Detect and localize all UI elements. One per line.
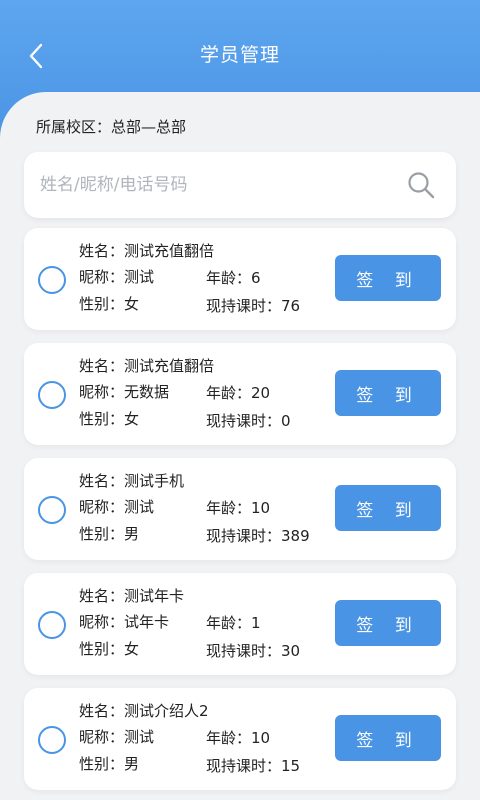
hours-value: 15 (281, 757, 301, 775)
gender-label: 性别： (79, 755, 125, 773)
hours-value: 76 (281, 297, 301, 315)
name-value: 测试充值翻倍 (124, 357, 215, 375)
nickname-row: 昵称：测试 (79, 496, 154, 517)
name-value: 测试介绍人2 (124, 702, 209, 720)
signin-button[interactable]: 签 到 (335, 255, 441, 301)
search-icon[interactable] (406, 170, 436, 200)
age-value: 10 (251, 729, 271, 747)
hours-value: 389 (281, 527, 310, 545)
name-label: 姓名： (79, 587, 125, 605)
gender-row: 性别：女 (79, 408, 139, 429)
name-row: 姓名：测试充值翻倍 (79, 240, 214, 261)
select-radio[interactable] (38, 496, 66, 524)
select-radio[interactable] (38, 266, 66, 294)
age-row: 年龄：10 (206, 727, 270, 748)
signin-button[interactable]: 签 到 (335, 715, 441, 761)
hours-value: 30 (281, 642, 301, 660)
nickname-value: 无数据 (124, 383, 170, 401)
nickname-row: 昵称：测试 (79, 266, 154, 287)
gender-label: 性别： (79, 640, 125, 658)
age-row: 年龄：20 (206, 382, 270, 403)
age-label: 年龄： (206, 499, 252, 517)
signin-button[interactable]: 签 到 (335, 485, 441, 531)
hours-row: 现持课时：389 (206, 525, 310, 546)
age-label: 年龄： (206, 384, 252, 402)
student-card: 姓名：测试充值翻倍 昵称：测试 性别：女 年龄：6 现持课时：76 签 到 (24, 228, 456, 330)
gender-row: 性别：女 (79, 638, 139, 659)
hours-row: 现持课时：76 (206, 295, 300, 316)
name-label: 姓名： (79, 702, 125, 720)
age-row: 年龄：1 (206, 612, 261, 633)
gender-value: 男 (124, 525, 140, 543)
nickname-value: 测试 (124, 268, 155, 286)
nickname-label: 昵称： (79, 268, 125, 286)
gender-label: 性别： (79, 525, 125, 543)
age-value: 1 (251, 614, 261, 632)
nickname-label: 昵称： (79, 383, 125, 401)
search-input[interactable] (38, 174, 382, 196)
nickname-label: 昵称： (79, 728, 125, 746)
search-box (24, 152, 456, 218)
student-card: 姓名：测试手机 昵称：测试 性别：男 年龄：10 现持课时：389 签 到 (24, 458, 456, 560)
hours-label: 现持课时： (206, 527, 282, 545)
name-row: 姓名：测试介绍人2 (79, 700, 209, 721)
hours-label: 现持课时： (206, 642, 282, 660)
nickname-row: 昵称：无数据 (79, 381, 169, 402)
select-radio[interactable] (38, 726, 66, 754)
signin-button[interactable]: 签 到 (335, 600, 441, 646)
gender-label: 性别： (79, 295, 125, 313)
age-row: 年龄：6 (206, 267, 261, 288)
nickname-label: 昵称： (79, 613, 125, 631)
signin-button[interactable]: 签 到 (335, 370, 441, 416)
age-label: 年龄： (206, 614, 252, 632)
gender-row: 性别：男 (79, 523, 139, 544)
nickname-value: 测试 (124, 498, 155, 516)
student-card: 姓名：测试充值翻倍 昵称：无数据 性别：女 年龄：20 现持课时：0 签 到 (24, 343, 456, 445)
gender-value: 女 (124, 410, 140, 428)
hours-row: 现持课时：0 (206, 410, 291, 431)
gender-value: 女 (124, 640, 140, 658)
gender-label: 性别： (79, 410, 125, 428)
nickname-row: 昵称：试年卡 (79, 611, 169, 632)
name-value: 测试手机 (124, 472, 185, 490)
hours-label: 现持课时： (206, 297, 282, 315)
hours-label: 现持课时： (206, 412, 282, 430)
name-value: 测试年卡 (124, 587, 185, 605)
page-title: 学员管理 (199, 44, 280, 66)
hours-row: 现持课时：30 (206, 640, 300, 661)
nickname-label: 昵称： (79, 498, 125, 516)
student-card: 姓名：测试介绍人2 昵称：测试 性别：男 年龄：10 现持课时：15 签 到 (24, 688, 456, 790)
nickname-row: 昵称：测试 (79, 726, 154, 747)
select-radio[interactable] (38, 611, 66, 639)
age-value: 6 (251, 269, 261, 287)
age-label: 年龄： (206, 729, 252, 747)
hours-row: 现持课时：15 (206, 755, 300, 776)
age-value: 10 (251, 499, 271, 517)
hours-label: 现持课时： (206, 757, 282, 775)
student-card: 姓名：测试年卡 昵称：试年卡 性别：女 年龄：1 现持课时：30 签 到 (24, 573, 456, 675)
age-label: 年龄： (206, 269, 252, 287)
nickname-value: 测试 (124, 728, 155, 746)
age-value: 20 (251, 384, 271, 402)
gender-row: 性别：女 (79, 293, 139, 314)
name-row: 姓名：测试年卡 (79, 585, 184, 606)
name-label: 姓名： (79, 472, 125, 490)
select-radio[interactable] (38, 381, 66, 409)
campus-label: 所属校区：总部—总部 (36, 118, 187, 136)
hours-value: 0 (281, 412, 291, 430)
name-label: 姓名： (79, 242, 125, 260)
age-row: 年龄：10 (206, 497, 270, 518)
name-row: 姓名：测试充值翻倍 (79, 355, 214, 376)
gender-row: 性别：男 (79, 753, 139, 774)
nickname-value: 试年卡 (124, 613, 170, 631)
name-label: 姓名： (79, 357, 125, 375)
gender-value: 男 (124, 755, 140, 773)
name-row: 姓名：测试手机 (79, 470, 184, 491)
name-value: 测试充值翻倍 (124, 242, 215, 260)
gender-value: 女 (124, 295, 140, 313)
